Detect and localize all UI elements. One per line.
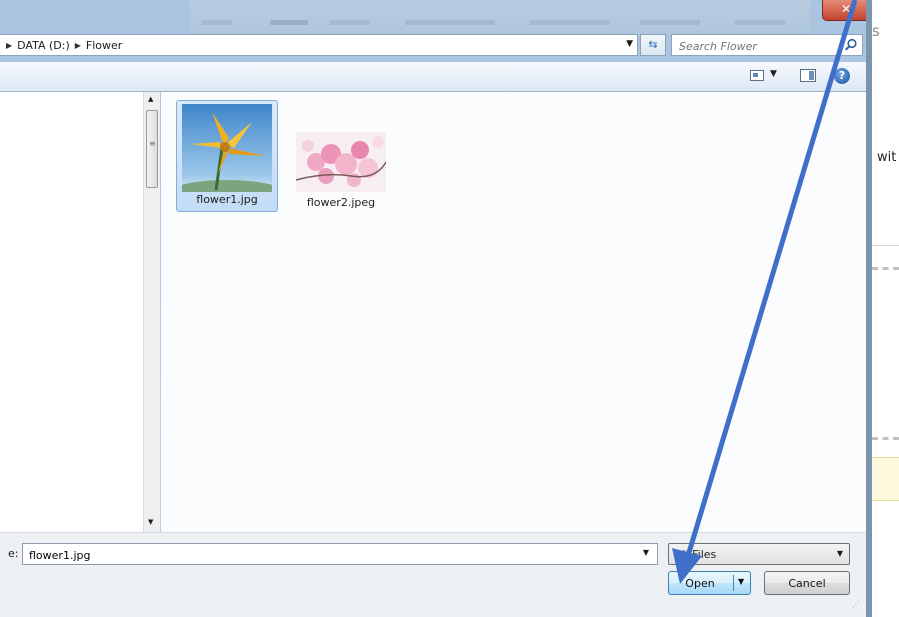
file-item[interactable]: flower2.jpeg	[290, 128, 392, 240]
background-text: wit	[877, 150, 897, 165]
file-item[interactable]: flower1.jpg	[176, 100, 278, 212]
open-options-dropdown-icon[interactable]: ▼	[738, 577, 744, 586]
background-dashed-line	[872, 437, 899, 440]
file-list[interactable]: flower1.jpg flower2.jpeg	[161, 92, 866, 532]
search-input[interactable]	[677, 36, 841, 56]
file-type-dropdown-icon: ▼	[836, 549, 843, 558]
file-name: flower1.jpg	[196, 193, 258, 206]
scroll-up-icon[interactable]: ▲	[148, 95, 153, 103]
open-file-dialog: ✕ ▶ DATA (D:) ▶ Flower ▼ ⇆ ▼ ? ▲ ▼	[0, 0, 872, 617]
scrollbar-thumb[interactable]	[146, 110, 158, 188]
file-name-combobox[interactable]: ▼	[22, 543, 658, 565]
search-box[interactable]	[671, 34, 863, 56]
scroll-down-icon[interactable]: ▼	[148, 518, 153, 526]
cancel-button-label: Cancel	[788, 577, 826, 590]
file-name: flower2.jpeg	[306, 196, 376, 209]
open-button[interactable]: Open ▼	[668, 571, 751, 595]
address-dropdown-icon[interactable]: ▼	[626, 39, 633, 49]
file-type-value: All Files	[675, 548, 717, 561]
background-notice	[872, 457, 899, 501]
file-name-label: e:	[8, 547, 19, 560]
background-dashed-line	[872, 267, 899, 270]
breadcrumb-arrow-icon[interactable]: ▶	[6, 41, 12, 50]
flower2-thumbnail	[296, 132, 386, 192]
view-dropdown-icon[interactable]: ▼	[770, 69, 777, 79]
breadcrumb: ▶ DATA (D:) ▶ Flower	[6, 39, 122, 52]
split-divider	[733, 575, 734, 591]
close-button[interactable]: ✕	[822, 0, 870, 21]
resize-grip-icon[interactable]: ⋰	[852, 600, 860, 609]
search-icon[interactable]	[844, 38, 858, 52]
file-name-input[interactable]	[27, 545, 631, 565]
cancel-button[interactable]: Cancel	[764, 571, 850, 595]
breadcrumb-folder[interactable]: Flower	[86, 39, 122, 52]
file-name-dropdown-icon[interactable]: ▼	[643, 548, 649, 557]
background-divider	[872, 245, 899, 246]
blurred-titlebar	[190, 0, 810, 38]
file-type-select[interactable]: All Files ▼	[668, 543, 850, 565]
change-view-icon[interactable]	[750, 70, 764, 81]
close-icon: ✕	[840, 2, 852, 16]
address-bar[interactable]: ▶ DATA (D:) ▶ Flower ▼	[0, 34, 638, 56]
preview-pane-icon[interactable]	[800, 69, 816, 82]
command-toolbar: ▼ ?	[0, 62, 866, 92]
breadcrumb-drive[interactable]: DATA (D:)	[17, 39, 70, 52]
help-icon[interactable]: ?	[834, 68, 850, 84]
refresh-icon: ⇆	[648, 38, 658, 51]
flower1-thumbnail	[182, 104, 272, 192]
navigation-pane[interactable]	[0, 92, 143, 532]
open-button-label: Open	[685, 577, 715, 590]
breadcrumb-arrow-icon[interactable]: ▶	[75, 41, 81, 50]
refresh-button[interactable]: ⇆	[640, 34, 666, 56]
navigation-scrollbar[interactable]: ▲ ▼	[143, 92, 160, 532]
dialog-border	[866, 0, 872, 617]
background-letter: s	[872, 22, 880, 40]
